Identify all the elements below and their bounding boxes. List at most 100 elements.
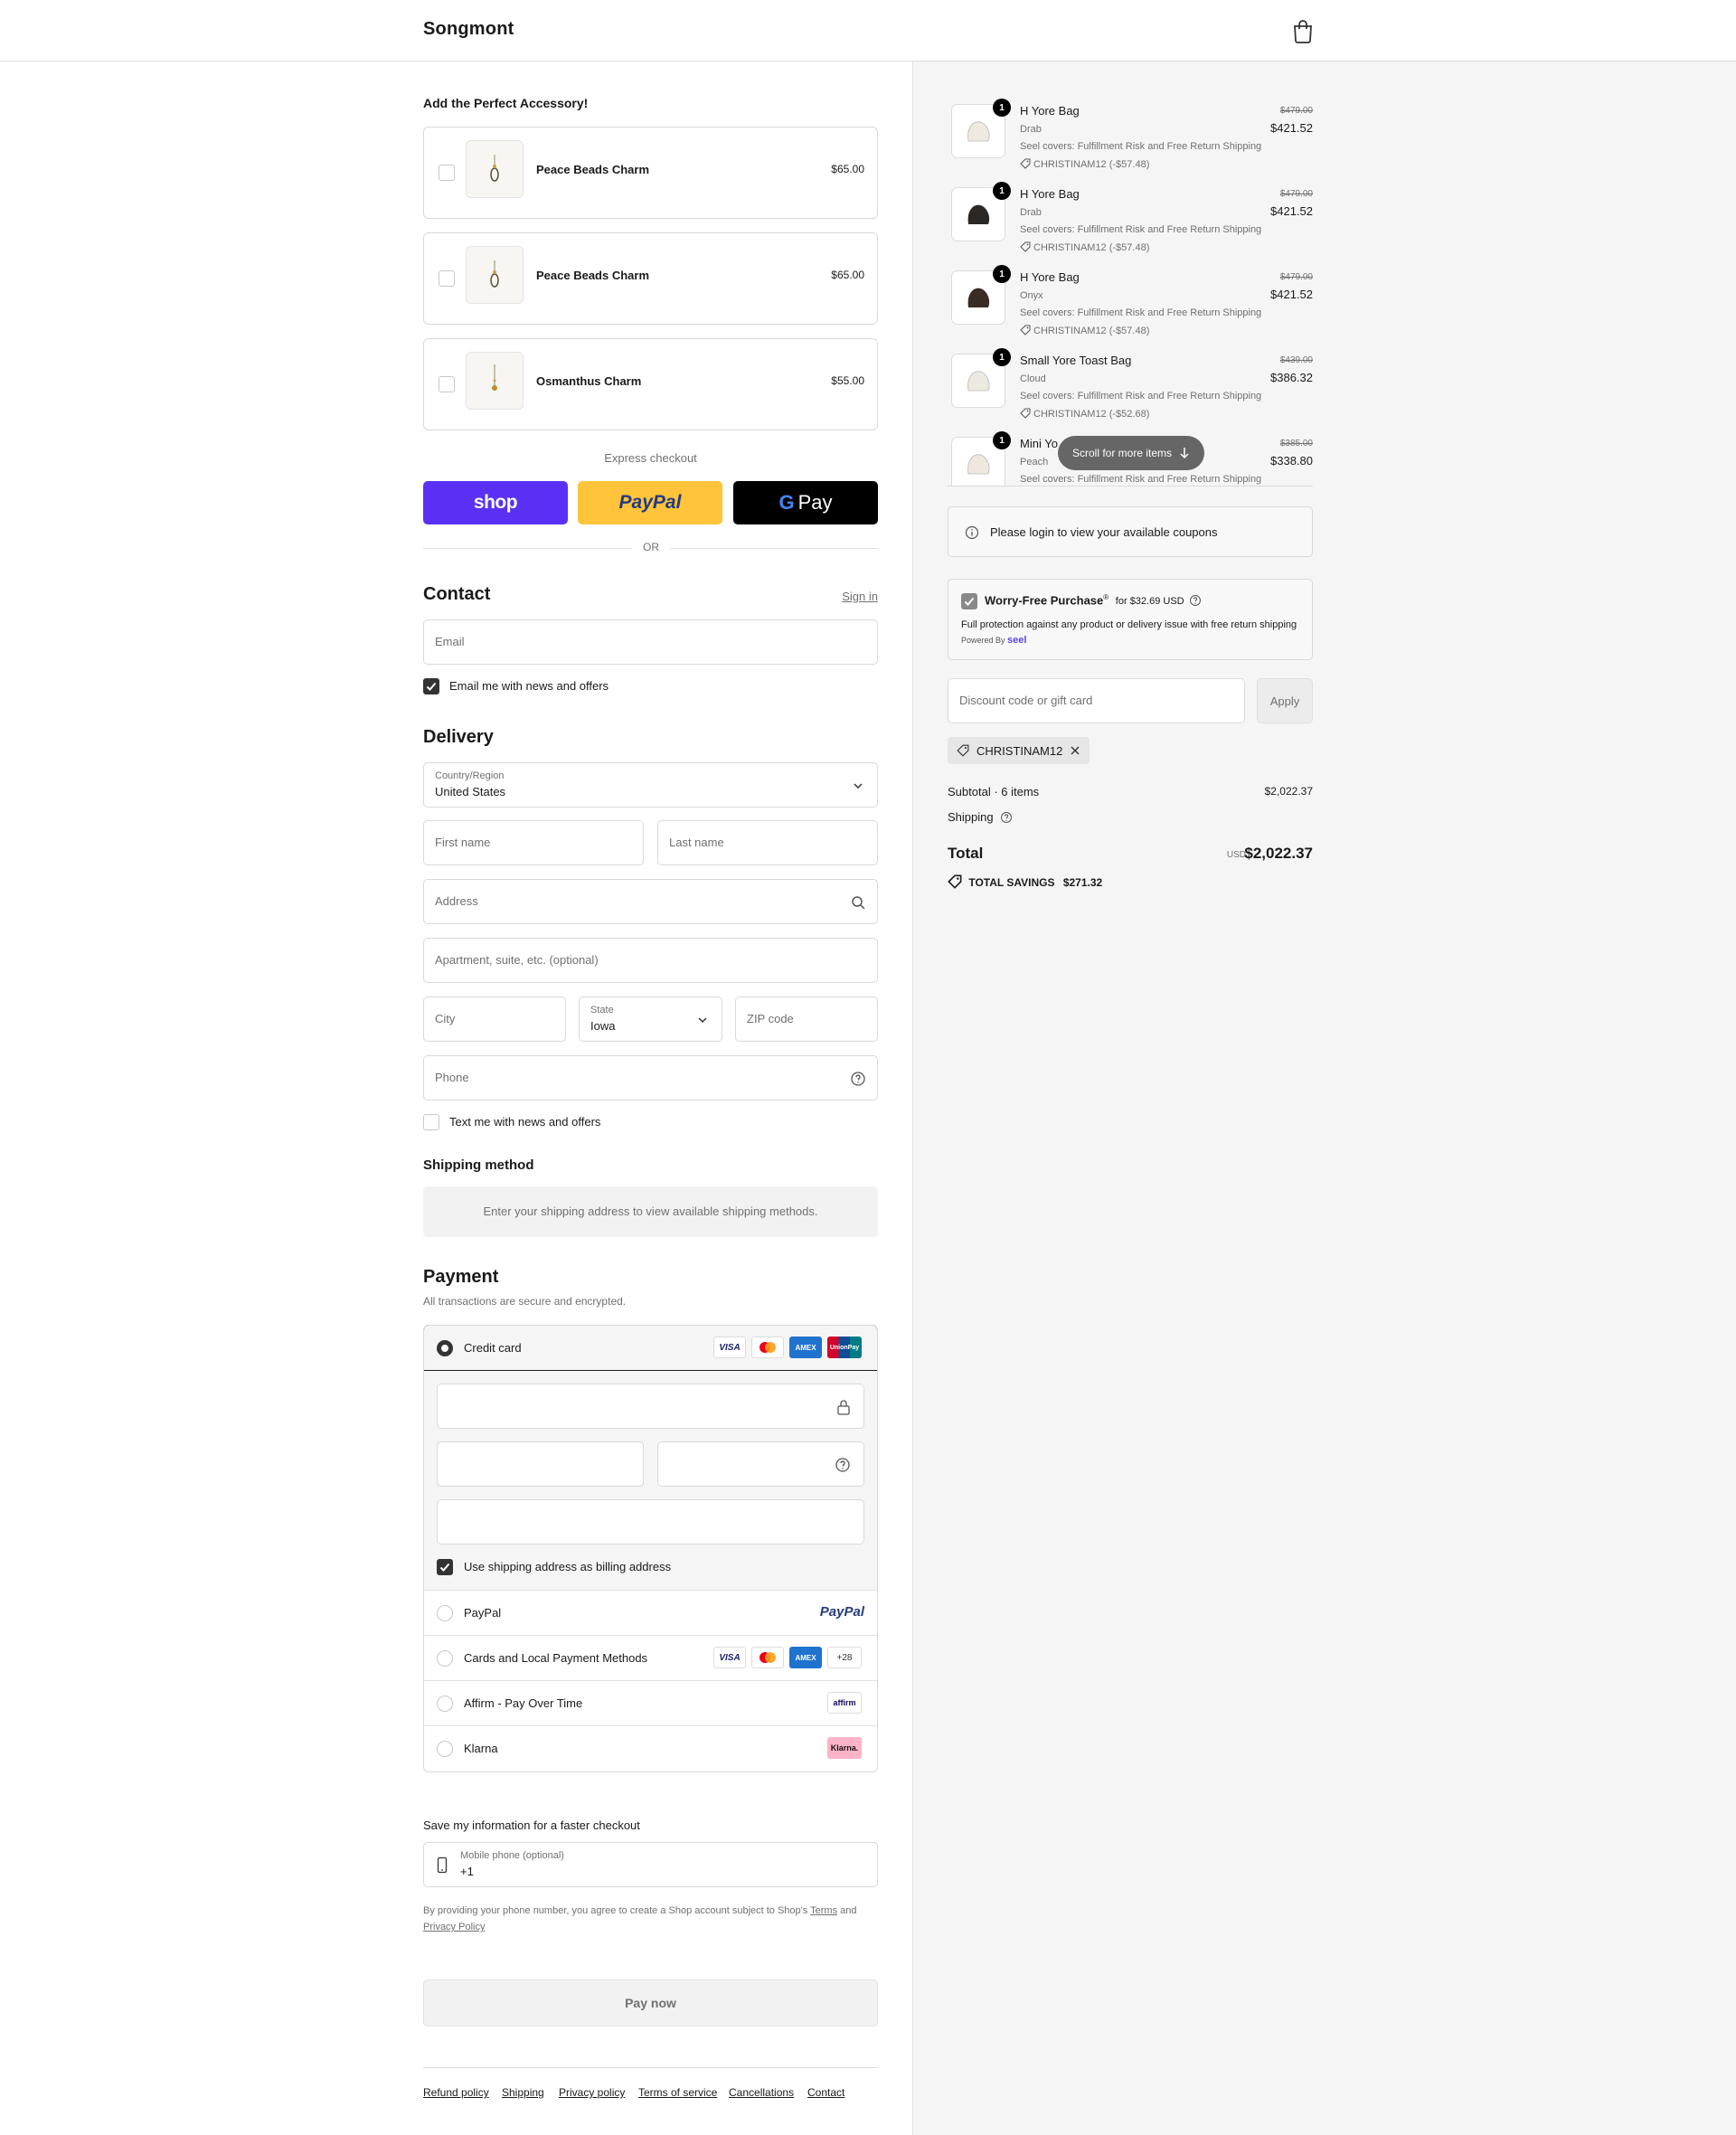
privacy-policy-footer-link[interactable]: Privacy policy [559, 2086, 625, 2099]
shipping-policy-link[interactable]: Shipping [502, 2086, 544, 2099]
help-circle-icon[interactable] [835, 1457, 851, 1473]
close-icon[interactable] [1070, 745, 1080, 756]
first-name-field[interactable]: First name [423, 820, 644, 865]
help-circle-icon[interactable] [850, 1071, 866, 1087]
footer-divider [423, 2067, 878, 2068]
chevron-down-icon [854, 783, 863, 789]
item-original-price: $385.00 [1279, 439, 1313, 449]
accessory-card[interactable]: Osmanthus Charm $55.00 [423, 338, 878, 430]
email-field[interactable]: Email [423, 619, 878, 665]
accessory-card[interactable]: Peace Beads Charm $65.00 [423, 127, 878, 219]
address-field[interactable]: Address [423, 879, 878, 924]
affirm-label: Affirm - Pay Over Time [464, 1696, 583, 1710]
pay-now-button[interactable]: Pay now [423, 1979, 878, 2026]
more-cards-badge: +28 [827, 1647, 862, 1668]
payment-subtitle: All transactions are secure and encrypte… [423, 1295, 627, 1308]
google-pay-button[interactable]: G Pay [733, 481, 878, 524]
apply-discount-button[interactable]: Apply [1257, 678, 1313, 723]
cards-local-option[interactable]: Cards and Local Payment Methods VISA AME… [424, 1636, 877, 1681]
affirm-radio[interactable] [437, 1696, 453, 1712]
payment-title: Payment [423, 1267, 499, 1287]
paypal-option[interactable]: PayPal PayPal [424, 1591, 877, 1636]
apartment-field[interactable]: Apartment, suite, etc. (optional) [423, 938, 878, 983]
amex-icon: AMEX [789, 1647, 822, 1668]
item-price: $421.52 [1270, 121, 1313, 135]
shopping-bag-icon[interactable] [1291, 18, 1315, 43]
klarna-radio[interactable] [437, 1741, 453, 1757]
name-on-card-field[interactable] [437, 1499, 864, 1545]
item-original-price: $479.00 [1279, 272, 1313, 282]
card-number-field[interactable] [437, 1384, 864, 1429]
accessory-checkbox[interactable] [439, 165, 455, 181]
checkmark-icon [439, 1563, 450, 1572]
scroll-more-items-button[interactable]: Scroll for more items [1058, 436, 1204, 470]
email-news-checkbox[interactable] [423, 678, 439, 694]
paypal-express-button[interactable]: PayPal [578, 481, 722, 524]
visa-icon: VISA [713, 1647, 746, 1668]
klarna-option[interactable]: Klarna Klarna. [424, 1726, 877, 1771]
total-value: $2,022.37 [1244, 845, 1313, 862]
shop-pay-button[interactable]: shop [423, 481, 568, 524]
help-circle-icon[interactable] [1189, 594, 1202, 607]
brand-logo[interactable]: Songmont [423, 19, 514, 40]
help-circle-icon[interactable] [1000, 811, 1013, 824]
city-field[interactable]: City [423, 997, 566, 1042]
country-select[interactable]: Country/Region United States [423, 762, 878, 808]
mobile-phone-label: Mobile phone (optional) [460, 1850, 564, 1861]
item-seel-coverage: Seel covers: Fulfillment Risk and Free R… [1020, 391, 1262, 401]
scroll-more-label: Scroll for more items [1071, 447, 1173, 459]
tag-icon [1020, 158, 1031, 169]
accessory-checkbox[interactable] [439, 376, 455, 392]
apartment-placeholder: Apartment, suite, etc. (optional) [435, 953, 599, 967]
item-discount: CHRISTINAM12 (-$57.48) [1020, 241, 1149, 253]
last-name-field[interactable]: Last name [657, 820, 878, 865]
paypal-label: PayPal [464, 1606, 502, 1620]
item-variant: Onyx [1020, 290, 1043, 301]
security-code-field[interactable] [657, 1441, 864, 1487]
mastercard-icon [751, 1647, 784, 1668]
item-name: Mini Yo [1020, 437, 1058, 450]
mobile-phone-field[interactable]: Mobile phone (optional) +1 [423, 1842, 878, 1887]
line-item: 1 H Yore Bag Onyx Seel covers: Fulfillme… [948, 265, 1313, 352]
contact-link[interactable]: Contact [807, 2086, 844, 2099]
line-items-list[interactable]: 1 H Yore Bag Drab Seel covers: Fulfillme… [948, 61, 1313, 487]
checkmark-icon [426, 682, 437, 691]
state-select[interactable]: State Iowa [579, 997, 722, 1042]
sign-in-link[interactable]: Sign in [842, 590, 878, 603]
google-pay-label: Pay [797, 491, 833, 514]
total-label: Total [948, 845, 984, 862]
privacy-policy-link[interactable]: Privacy Policy [423, 1922, 485, 1932]
paypal-radio[interactable] [437, 1605, 453, 1621]
phone-field[interactable]: Phone [423, 1055, 878, 1101]
expiration-field[interactable] [437, 1441, 644, 1487]
accessory-checkbox[interactable] [439, 270, 455, 287]
credit-card-option[interactable]: Credit card VISA AMEX UnionPay [424, 1326, 877, 1371]
worry-free-checkbox[interactable] [961, 593, 977, 609]
worry-free-title: Worry-Free Purchase [985, 593, 1104, 608]
cancellations-link[interactable]: Cancellations [729, 2086, 794, 2099]
item-original-price: $479.00 [1279, 189, 1313, 199]
terms-of-service-link[interactable]: Terms of service [638, 2086, 717, 2099]
google-g-icon: G [778, 491, 795, 514]
coupon-login-notice[interactable]: Please login to view your available coup… [948, 506, 1313, 557]
cards-local-radio[interactable] [437, 1650, 453, 1667]
refund-policy-link[interactable]: Refund policy [423, 2086, 489, 2099]
mobile-phone-icon [437, 1856, 448, 1874]
info-icon [965, 525, 979, 540]
terms-link[interactable]: Terms [810, 1905, 837, 1916]
billing-same-checkbox[interactable] [437, 1559, 453, 1575]
accessories-title: Add the Perfect Accessory! [423, 96, 589, 110]
tag-icon [948, 874, 962, 889]
credit-card-radio[interactable] [437, 1340, 453, 1356]
discount-placeholder: Discount code or gift card [959, 694, 1093, 707]
zip-field[interactable]: ZIP code [735, 997, 878, 1042]
subtotal-label: Subtotal · 6 items [948, 785, 1040, 798]
discount-code-field[interactable]: Discount code or gift card [948, 678, 1245, 723]
item-name: H Yore Bag [1020, 187, 1080, 201]
item-price: $386.32 [1270, 371, 1313, 384]
affirm-option[interactable]: Affirm - Pay Over Time affirm [424, 1681, 877, 1726]
accessory-card[interactable]: Peace Beads Charm $65.00 [423, 232, 878, 325]
text-news-checkbox[interactable] [423, 1114, 439, 1130]
quantity-badge: 1 [993, 182, 1011, 200]
worry-free-title-row: Worry-Free Purchase® for $32.69 USD [985, 593, 1202, 607]
